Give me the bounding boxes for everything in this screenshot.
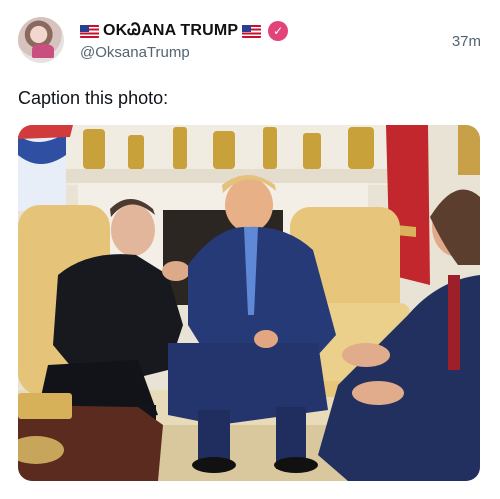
author-handle[interactable]: @OksanaTrump — [80, 44, 190, 61]
us-flag-icon — [242, 24, 262, 38]
author-name-row[interactable]: OKᏊANA TRUMP ✓ — [80, 19, 289, 43]
post-photo[interactable] — [18, 125, 480, 481]
verified-badge-icon: ✓ — [268, 21, 289, 41]
display-name[interactable]: OKᏊANA TRUMP — [103, 22, 238, 40]
photo-scene — [18, 125, 480, 481]
post-timestamp[interactable]: 37m — [452, 33, 481, 50]
avatar[interactable] — [18, 17, 64, 63]
us-flag-icon — [80, 24, 99, 38]
post-text: Caption this photo: — [18, 88, 169, 108]
post-card[interactable]: OKᏊANA TRUMP ✓ @OksanaTrump 37m Caption … — [0, 0, 500, 499]
